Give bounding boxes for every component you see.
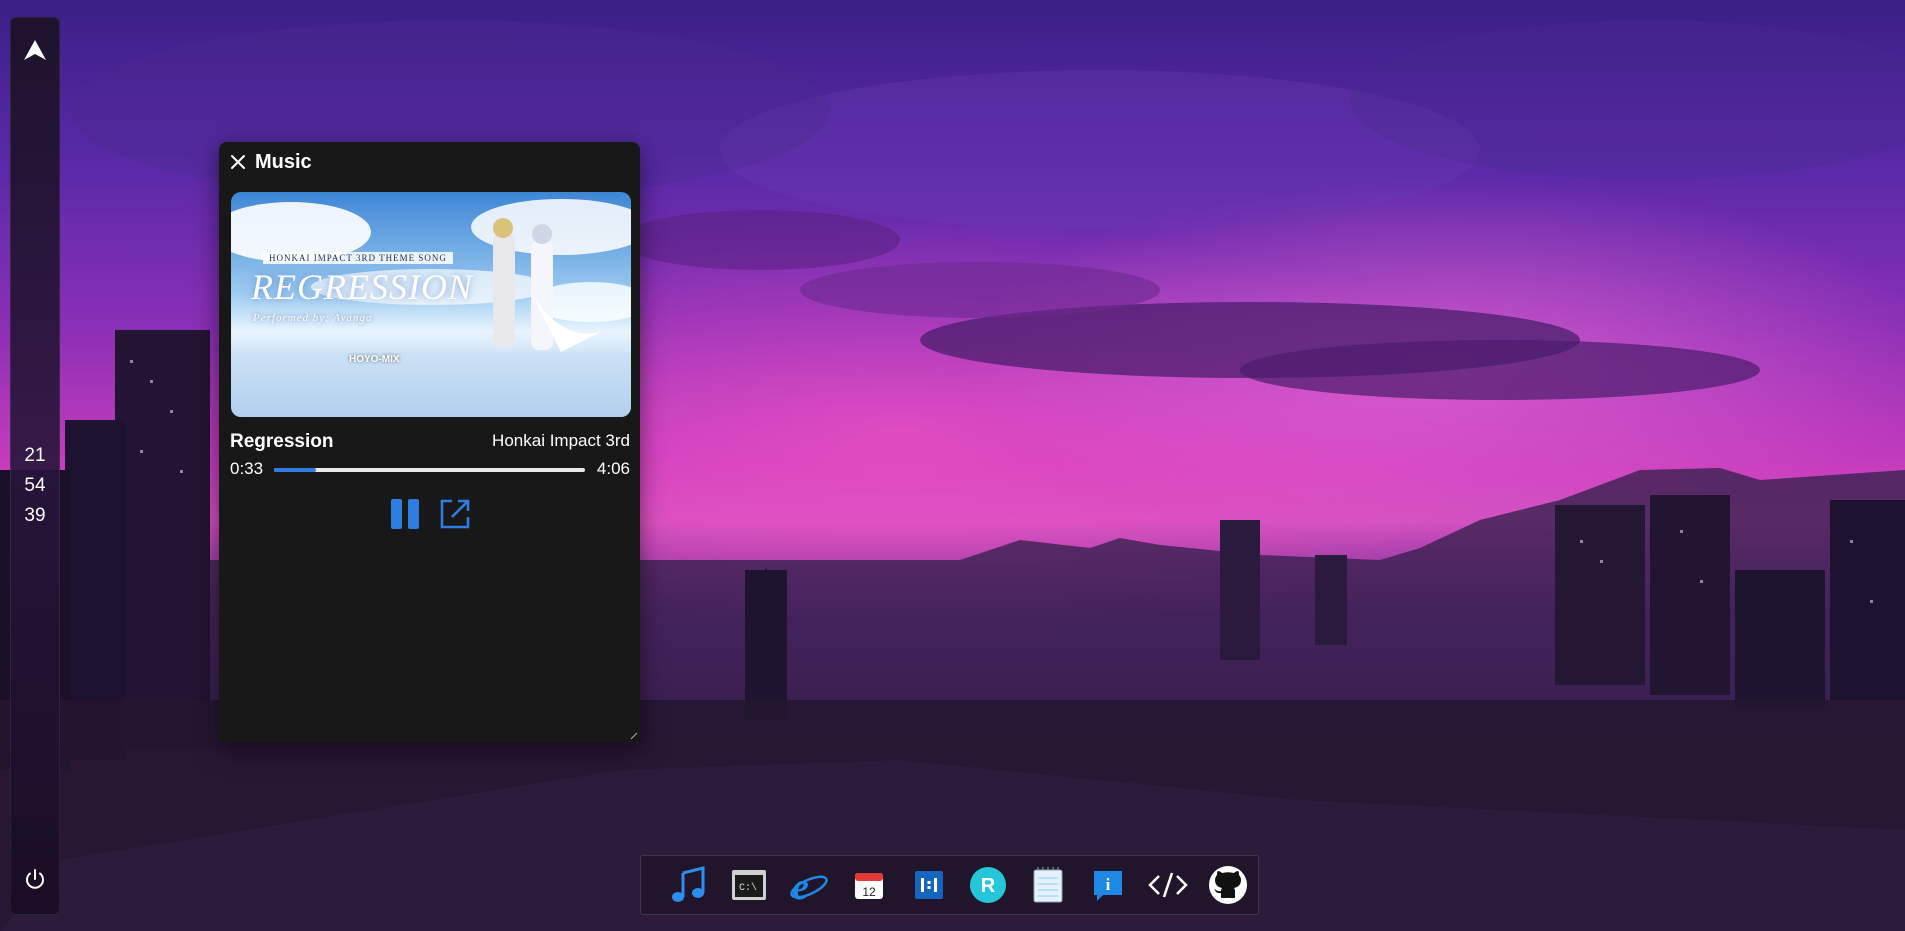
calendar-icon-label: 12	[862, 885, 876, 899]
cover-brand: HOYO-MIX	[349, 354, 400, 365]
album-cover: HONKAI IMPACT 3RD THEME SONG REGRESSION …	[231, 192, 631, 417]
cover-subtitle: HONKAI IMPACT 3RD THEME SONG	[263, 252, 453, 264]
dock-item-app[interactable]	[899, 855, 959, 915]
svg-text:e: e	[792, 866, 809, 905]
music-window-title: Music	[255, 150, 312, 173]
music-header: Music	[229, 150, 312, 174]
github-icon	[1209, 866, 1248, 904]
info-icon-label: i	[1106, 875, 1111, 894]
progress-fill	[274, 468, 316, 472]
terminal-icon-label: C:\	[739, 882, 757, 894]
start-logo-icon[interactable]	[23, 38, 47, 62]
dock-item-github[interactable]	[1198, 855, 1258, 915]
music-icon	[671, 866, 705, 902]
internet-explorer-icon: e	[790, 866, 828, 905]
song-artist: Honkai Impact 3rd	[492, 431, 630, 450]
notepad-icon	[1033, 867, 1063, 903]
song-title: Regression	[230, 431, 334, 452]
close-icon[interactable]	[229, 153, 247, 171]
r-app-icon: R	[970, 867, 1007, 903]
code-icon	[1148, 872, 1188, 898]
power-icon[interactable]	[23, 867, 47, 891]
dock-item-calendar[interactable]: 12	[839, 855, 899, 915]
pause-icon[interactable]	[389, 497, 423, 531]
music-window: Music HONKAI IMPACT 3RD THEME SONG REGRE…	[219, 142, 640, 742]
dock-item-notepad[interactable]	[1018, 855, 1078, 915]
cover-performer: Performed by: Ayanga	[253, 312, 373, 324]
dock-item-music[interactable]	[659, 855, 719, 915]
dock-item-info[interactable]: i	[1078, 855, 1138, 915]
clock: 21 54 39	[11, 441, 59, 531]
r-app-icon-label: R	[981, 875, 996, 897]
sidebar: 21 54 39	[10, 17, 60, 915]
calendar-icon: 12	[854, 873, 883, 899]
progress-bar[interactable]	[274, 468, 585, 472]
clock-minutes: 54	[24, 475, 46, 496]
info-icon: i	[1094, 871, 1123, 901]
cover-title: REGRESSION	[251, 267, 473, 307]
dock-item-r-app[interactable]: R	[959, 855, 1019, 915]
open-external-icon[interactable]	[438, 497, 472, 531]
clock-seconds: 39	[24, 505, 46, 526]
clock-hours: 21	[24, 445, 46, 466]
app-1i1-icon	[914, 871, 943, 899]
resize-grip-icon[interactable]	[630, 732, 638, 740]
terminal-icon: C:\	[731, 870, 766, 900]
dock-item-terminal[interactable]: C:\	[719, 855, 779, 915]
taskbar-dock: C:\ e 12 R i	[640, 855, 1259, 915]
time-current: 0:33	[230, 459, 264, 478]
dock-item-code[interactable]	[1138, 855, 1198, 915]
dock-item-browser[interactable]: e	[779, 855, 839, 915]
time-total: 4:06	[596, 459, 630, 478]
